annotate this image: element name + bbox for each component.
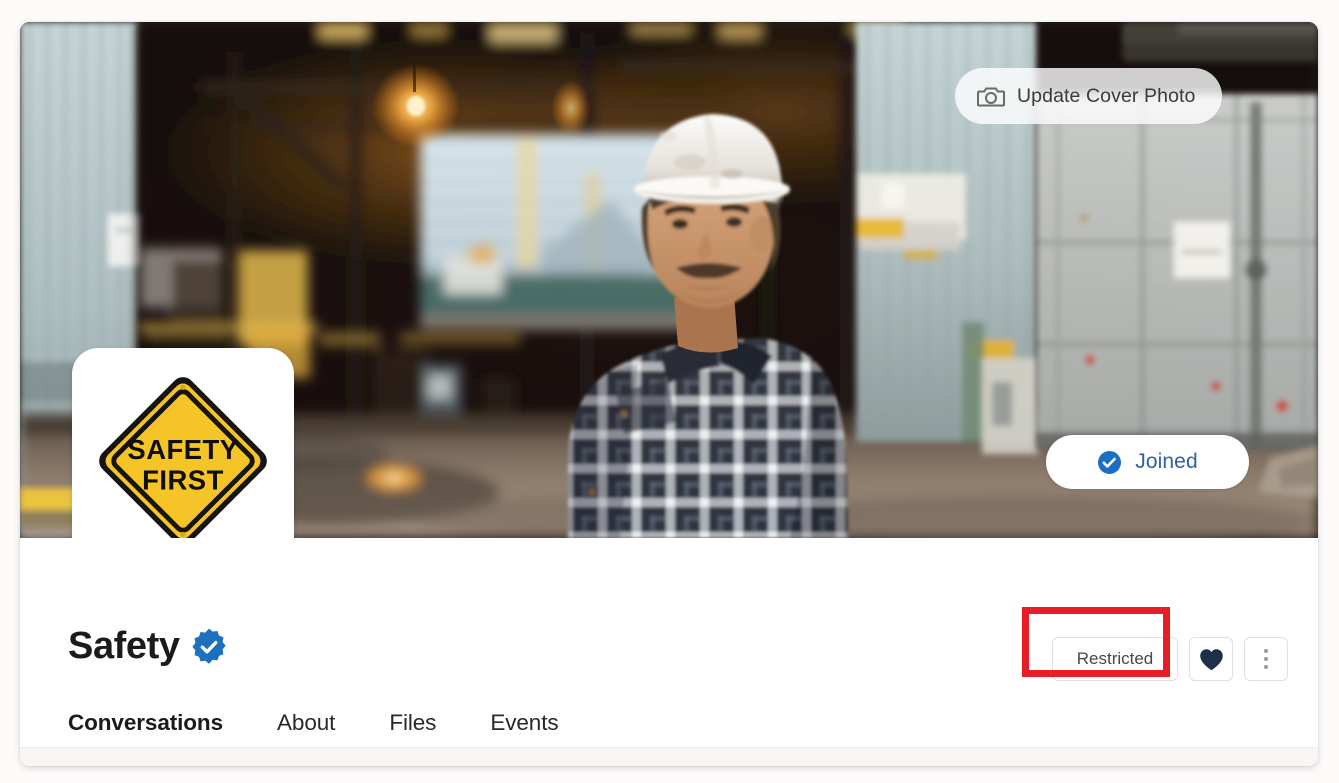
svg-text:SAFETY: SAFETY [127, 434, 238, 465]
update-cover-photo-button[interactable]: Update Cover Photo [955, 68, 1222, 124]
community-info-bar: Safety Restricted [20, 538, 1318, 766]
page-root: Update Cover Photo Joined [0, 0, 1339, 783]
svg-text:FIRST: FIRST [142, 464, 224, 495]
camera-icon [977, 84, 1005, 108]
favorite-button[interactable] [1189, 637, 1233, 681]
community-title-row: Safety [68, 624, 229, 667]
joined-label: Joined [1135, 450, 1197, 474]
more-options-button[interactable] [1244, 637, 1288, 681]
check-circle-icon [1097, 450, 1122, 475]
page-title: Safety [68, 627, 180, 665]
more-vertical-icon [1264, 649, 1268, 669]
safety-first-sign-icon: SAFETY FIRST [85, 361, 281, 557]
update-cover-photo-label: Update Cover Photo [1017, 85, 1196, 108]
community-avatar[interactable]: SAFETY FIRST [72, 348, 294, 570]
joined-button[interactable]: Joined [1046, 435, 1249, 489]
verified-badge-icon [189, 624, 229, 667]
content-divider [20, 747, 1318, 766]
community-profile-card: Update Cover Photo Joined [20, 22, 1318, 766]
privacy-restricted-button[interactable]: Restricted [1052, 637, 1178, 681]
community-actions: Restricted [1052, 637, 1288, 681]
heart-icon [1199, 648, 1224, 671]
